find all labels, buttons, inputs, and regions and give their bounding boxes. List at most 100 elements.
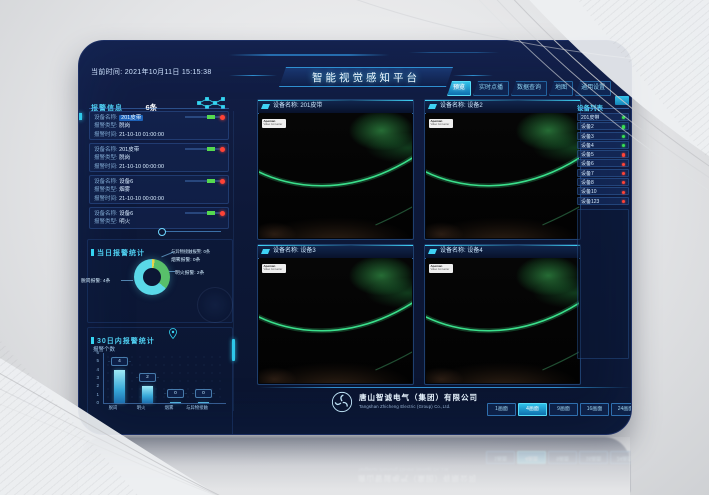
alarm-list-item[interactable]: 设备名称: 201皮带 报警类型: 脱岗 报警时间: 21-10-10 01:0…: [89, 111, 229, 140]
device-name: 设备123: [581, 199, 599, 205]
left-column-scroll-thumb[interactable]: [232, 339, 235, 361]
device-name: 设备5: [581, 152, 594, 158]
view-1-button[interactable]: 1画面: [487, 403, 516, 416]
watermark-line2: Video Converter: [264, 123, 285, 126]
company-name-cn: 唐山智诚电气（集团）有限公司: [359, 392, 478, 403]
device-name-label: 设备名称:: [94, 211, 118, 217]
tile-name-value: 设备3: [300, 248, 315, 254]
ytick: 2: [87, 383, 99, 388]
footer-divider: [259, 387, 631, 388]
view-24-button[interactable]: 24画面: [611, 403, 632, 416]
tab-settings[interactable]: 通用设置: [575, 81, 611, 96]
bar-value: 4: [111, 357, 128, 366]
company-logo-icon: [331, 391, 353, 413]
status-green-segment: [207, 211, 215, 215]
bar-xlabel: 脱岗: [98, 405, 128, 411]
tab-map[interactable]: 地图: [549, 81, 573, 96]
status-dot: [622, 116, 625, 119]
company-name-en: Tangshan Zhicheng Electric (Group) Co.,L…: [359, 404, 478, 409]
video-feed[interactable]: Apeman Video Converter: [426, 258, 579, 383]
device-name: 设备3: [581, 134, 594, 140]
video-feed[interactable]: Apeman Video Converter: [426, 113, 579, 238]
device-list-action-button[interactable]: [615, 96, 629, 105]
alarm-list-item[interactable]: 设备名称: 设备6 报警类型: 烟雾 报警时间: 21-10-10 00:00:…: [89, 175, 229, 204]
status-green-segment: [207, 115, 215, 119]
belt-laser-line: [426, 258, 579, 383]
video-watermark: Apeman Video Converter: [262, 264, 286, 273]
belt-laser-line: [259, 258, 412, 383]
device-list-item[interactable]: 设备123: [577, 197, 629, 205]
video-tile[interactable]: 设备名称: 设备4 Apeman Video Converter: [424, 244, 581, 385]
video-tile[interactable]: 设备名称: 201皮带 Apeman Video Converter: [257, 99, 414, 240]
alarm-type-label: 报警类型:: [94, 187, 118, 193]
video-watermark: Apeman Video Converter: [429, 264, 453, 273]
slider-knob[interactable]: [158, 228, 166, 236]
alarm-list-slider[interactable]: [161, 231, 221, 232]
alarm-red-dot: [220, 115, 225, 120]
device-name-value: 201皮带: [119, 115, 143, 121]
bar-value: 0: [167, 389, 184, 398]
alarm-type-value: 脱岗: [119, 155, 130, 161]
tab-data-query[interactable]: 数据查询: [511, 81, 547, 96]
belt-laser-line: [259, 113, 412, 238]
device-list-item[interactable]: 设备10: [577, 187, 629, 195]
bar-foreign-object: [198, 402, 209, 404]
daily-alarm-donut-chart: [134, 259, 170, 295]
status-green-segment: [207, 179, 215, 183]
bar-group: 4: [114, 353, 125, 403]
alarm-status-track: [185, 180, 223, 182]
device-list-item[interactable]: 设备7: [577, 169, 629, 177]
device-name-value: 设备6: [119, 211, 133, 217]
video-tile[interactable]: 设备名称: 设备3 Apeman Video Converter: [257, 244, 414, 385]
alarm-type-value: 脱岗: [119, 123, 130, 129]
tile-name-label: 设备名称:: [440, 103, 466, 109]
video-tile-header: 设备名称: 设备3: [258, 245, 413, 259]
alarm-time-label: 报警时间:: [94, 196, 118, 202]
device-name: 设备6: [581, 161, 594, 167]
video-tile[interactable]: 设备名称: 设备2 Apeman Video Converter: [424, 99, 581, 240]
video-watermark: Apeman Video Converter: [262, 119, 286, 128]
device-name: 设备2: [581, 124, 594, 130]
status-dot: [622, 153, 625, 156]
video-tile-header: 设备名称: 设备2: [425, 100, 580, 114]
view-9-button[interactable]: 9画面: [549, 403, 578, 416]
title-accent: [91, 337, 94, 344]
page-title: 智能视觉感知平台: [312, 72, 420, 84]
alarm-list-item[interactable]: 设备名称: 201皮带 报警类型: 脱岗 报警时间: 21-10-10 00:0…: [89, 143, 229, 172]
device-list-empty-area: [577, 209, 629, 359]
donut-label-fire: 明火报警: 2条: [175, 269, 204, 276]
video-feed[interactable]: Apeman Video Converter: [259, 258, 412, 383]
device-list-item[interactable]: 设备3: [577, 132, 629, 140]
belt-laser-line: [426, 113, 579, 238]
tile-name-label: 设备名称:: [440, 248, 466, 254]
device-list-item[interactable]: 设备6: [577, 159, 629, 167]
status-dot: [622, 200, 625, 203]
video-feed[interactable]: Apeman Video Converter: [259, 113, 412, 238]
view-4-button[interactable]: 4画面: [518, 403, 547, 416]
title-wing-right: [453, 75, 493, 76]
view-16-button[interactable]: 16画面: [580, 403, 609, 416]
device-name-label: 设备名称:: [94, 147, 118, 153]
device-list-item[interactable]: 设备5: [577, 150, 629, 158]
tile-name-label: 设备名称:: [273, 248, 299, 254]
donut-label-foreign-object: 与异物接触报警: 0条: [171, 249, 210, 255]
bar-xlabel: 烟雾: [154, 405, 184, 411]
device-list-item[interactable]: 201皮带: [577, 113, 629, 121]
tab-live-playback[interactable]: 实时点播: [473, 81, 509, 96]
device-list-item[interactable]: 设备4: [577, 141, 629, 149]
bar-group: 0: [170, 353, 181, 403]
ytick: 4: [87, 367, 99, 372]
tile-name-label: 设备名称:: [273, 103, 299, 109]
alarm-time-value: 21-10-10 00:00:00: [119, 164, 164, 170]
device-list-item[interactable]: 设备8: [577, 178, 629, 186]
tab-preview[interactable]: 预览: [447, 81, 471, 96]
device-list-panel: 设备列表 201皮带 设备2 设备3 设备4 设备5 设备6 设备7 设备8 设…: [577, 97, 629, 359]
device-name: 201皮带: [581, 115, 599, 121]
device-list-item[interactable]: 设备2: [577, 122, 629, 130]
alarm-time-value: 21-10-10 01:00:00: [119, 132, 164, 138]
device-name-label: 设备名称:: [94, 179, 118, 185]
device-name: 设备8: [581, 180, 594, 186]
location-pin-icon: [169, 328, 177, 339]
header-deco-line: [409, 52, 499, 53]
alarm-list-item[interactable]: 设备名称: 设备6 报警类型: 明火: [89, 207, 229, 229]
